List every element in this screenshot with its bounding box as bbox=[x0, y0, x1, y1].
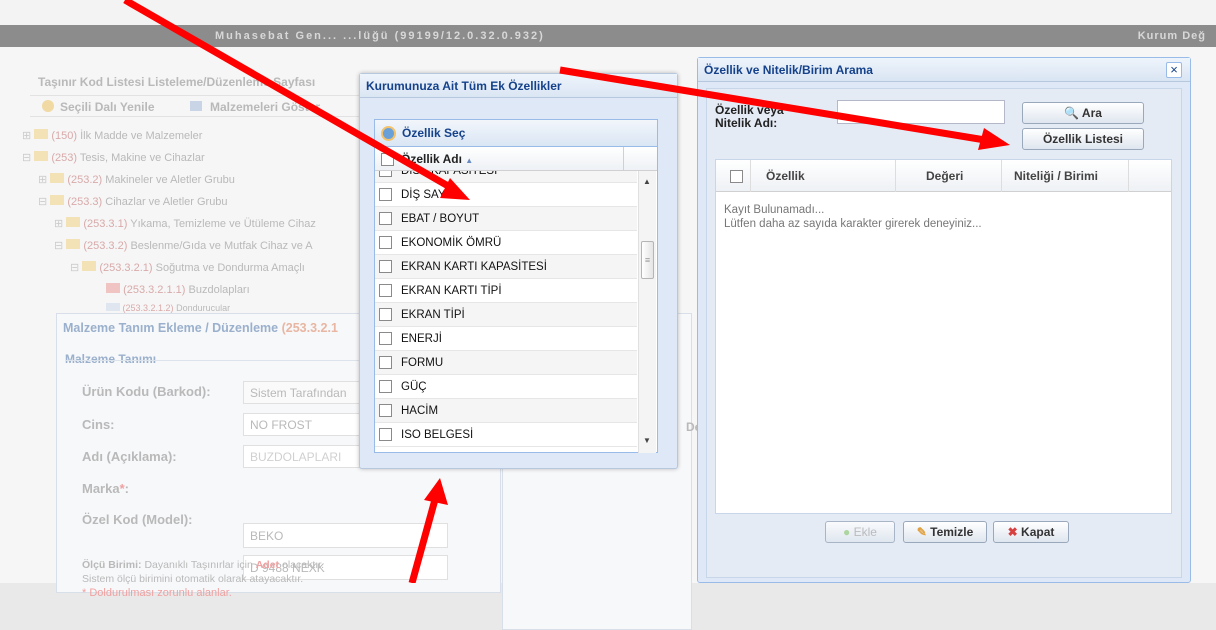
arrow-head bbox=[978, 128, 1010, 150]
annotation-arrows bbox=[123, 0, 1010, 583]
arrow-head bbox=[424, 478, 448, 505]
arrow-to-feature-list-button bbox=[559, 66, 986, 144]
arrow-to-extra-features-bottom bbox=[408, 495, 440, 583]
arrow-to-extra-features-window bbox=[123, 0, 457, 194]
required-note: * Doldurulması zorunlu alanlar. bbox=[82, 587, 232, 599]
